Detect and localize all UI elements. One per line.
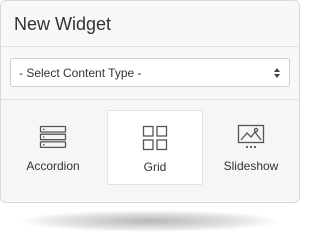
content-type-grid[interactable]: Grid	[107, 110, 203, 185]
select-updown-arrows-icon	[274, 67, 280, 78]
slideshow-icon	[236, 124, 266, 150]
content-type-slideshow[interactable]: Slideshow	[203, 110, 299, 185]
widget-title: New Widget	[14, 14, 112, 34]
accordion-icon	[39, 124, 67, 150]
content-type-slideshow-label: Slideshow	[223, 159, 279, 173]
content-type-options: Accordion Grid Slideshow	[1, 100, 299, 201]
widget-drop-shadow	[20, 210, 280, 232]
content-type-grid-label: Grid	[143, 160, 167, 174]
content-type-select[interactable]: - Select Content Type -	[10, 58, 290, 87]
content-type-select-value: - Select Content Type -	[19, 65, 142, 80]
grid-icon	[142, 125, 168, 151]
new-widget-panel: New Widget - Select Content Type - Accor…	[0, 0, 300, 203]
content-type-select-row: - Select Content Type -	[1, 47, 299, 100]
widget-header: New Widget	[1, 1, 299, 47]
content-type-accordion[interactable]: Accordion	[5, 110, 101, 185]
content-type-accordion-label: Accordion	[26, 159, 80, 173]
